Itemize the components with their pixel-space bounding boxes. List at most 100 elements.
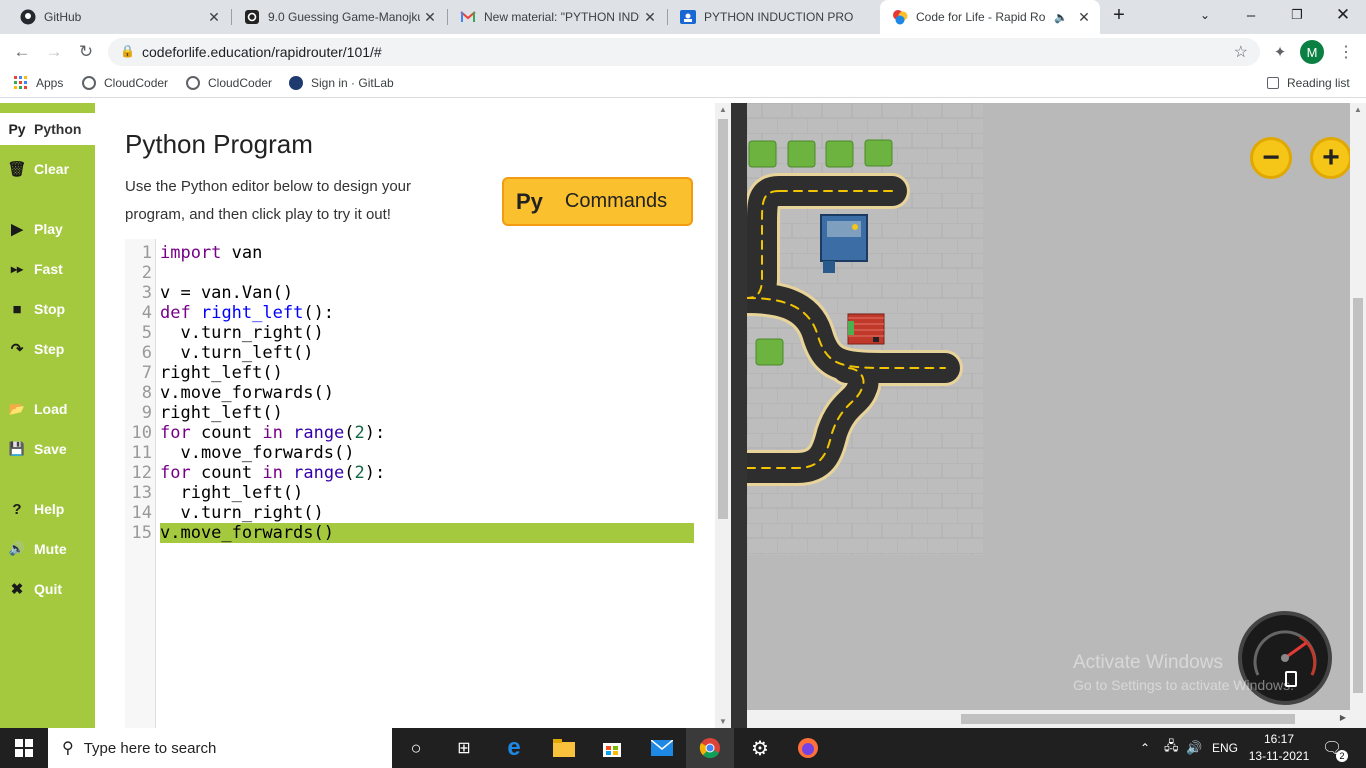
scroll-up-arrow-icon[interactable]: ▲ [719, 105, 727, 114]
bookmark-apps[interactable]: Apps [14, 76, 63, 90]
scrollbar-thumb[interactable] [961, 714, 1295, 724]
scroll-right-arrow-icon[interactable]: ▶ [1340, 713, 1346, 722]
sidebar-python-button[interactable]: Py Python [0, 113, 95, 145]
code-text[interactable]: right_left() [160, 403, 694, 423]
game-map[interactable]: − + [747, 103, 1350, 710]
tab-code-for-life[interactable]: Code for Life - Rapid Ro 🔈 ✕ [880, 0, 1100, 34]
bookmark-gitlab[interactable]: Sign in · GitLab [289, 76, 394, 90]
code-line[interactable]: 15 v.move_forwards() [125, 523, 694, 543]
tab-search-chevron-icon[interactable]: ⌄ [1182, 0, 1228, 30]
code-text[interactable]: for count in range(2): [160, 423, 694, 443]
scroll-down-arrow-icon[interactable]: ▼ [719, 717, 727, 726]
sidebar-help-button[interactable]: ? Help [0, 493, 95, 525]
menu-kebab-icon[interactable]: ⋮ [1334, 40, 1358, 64]
scrollbar-thumb[interactable] [718, 119, 728, 519]
sidebar-clear-button[interactable]: 🗑 Clear [0, 153, 95, 185]
file-explorer-icon[interactable] [540, 728, 588, 768]
profile-avatar[interactable]: M [1300, 40, 1324, 64]
sidebar-play-button[interactable]: ▶ Play [0, 213, 95, 245]
commands-button[interactable]: Py Commands [502, 177, 693, 226]
code-line[interactable]: 10 for count in range(2): [125, 423, 694, 443]
sidebar-quit-button[interactable]: ✖ Quit [0, 573, 95, 605]
forward-arrow-icon[interactable]: → [42, 40, 66, 64]
notification-icon[interactable]: 🗨 [1322, 728, 1342, 768]
back-arrow-icon[interactable]: ← [10, 40, 34, 64]
reading-list-button[interactable]: Reading list [1267, 76, 1350, 90]
code-line[interactable]: 14 v.turn_right() [125, 503, 694, 523]
edge-icon[interactable]: e [490, 728, 538, 768]
pane-divider[interactable] [731, 103, 747, 728]
firefox-icon[interactable] [784, 728, 832, 768]
chrome-icon[interactable] [686, 728, 734, 768]
scroll-up-arrow-icon[interactable]: ▲ [1354, 105, 1362, 114]
clock-time[interactable]: 16:17 [1250, 732, 1308, 746]
close-tab-icon[interactable]: ✕ [640, 9, 660, 26]
volume-icon[interactable]: 🔊 [1186, 728, 1202, 768]
tab-classroom[interactable]: PYTHON INDUCTION PROGR [668, 0, 880, 34]
code-line[interactable]: 1 import van [125, 243, 694, 263]
taskbar-search[interactable]: ⚲ Type here to search [48, 728, 392, 768]
clock-date[interactable]: 13-11-2021 [1248, 749, 1310, 763]
code-text[interactable]: v.move_forwards() [160, 523, 694, 543]
sidebar-step-button[interactable]: ↷ Step [0, 333, 95, 365]
code-text[interactable]: v.move_forwards() [160, 383, 694, 403]
windows-start-icon[interactable] [0, 728, 48, 768]
code-line[interactable]: 9 right_left() [125, 403, 694, 423]
code-line[interactable]: 12 for count in range(2): [125, 463, 694, 483]
code-text[interactable]: v.turn_right() [160, 323, 694, 343]
code-text[interactable]: v = van.Van() [160, 283, 694, 303]
address-bar[interactable]: 🔒 codeforlife.education/rapidrouter/101/… [108, 38, 1260, 66]
code-text[interactable]: right_left() [160, 363, 694, 383]
code-text[interactable]: import van [160, 243, 694, 263]
sidebar-fast-button[interactable]: ▸▸ Fast [0, 253, 95, 285]
language-indicator[interactable]: ENG [1212, 728, 1238, 768]
reload-icon[interactable]: ↻ [74, 40, 98, 64]
sidebar-load-button[interactable]: 📂 Load [0, 393, 95, 425]
maximize-button[interactable]: ❐ [1274, 0, 1320, 30]
cortana-circle-icon[interactable]: ○ [392, 728, 440, 768]
url-text[interactable]: codeforlife.education/rapidrouter/101/# [142, 44, 382, 60]
code-line[interactable]: 8 v.move_forwards() [125, 383, 694, 403]
code-editor[interactable]: 1 import van 2 3 v = van.Van() 4 def right_le… [125, 239, 695, 728]
close-tab-icon[interactable]: ✕ [204, 9, 224, 26]
new-tab-button[interactable]: + [1096, 0, 1142, 30]
zoom-out-button[interactable]: − [1250, 137, 1292, 179]
code-line[interactable]: 6 v.turn_left() [125, 343, 694, 363]
code-text[interactable]: for count in range(2): [160, 463, 694, 483]
code-line[interactable]: 4 def right_left(): [125, 303, 694, 323]
code-text[interactable]: v.turn_left() [160, 343, 694, 363]
close-tab-icon[interactable]: ✕ [1074, 9, 1094, 26]
code-line[interactable]: 5 v.turn_right() [125, 323, 694, 343]
scrollbar-thumb[interactable] [1353, 298, 1363, 693]
sidebar-stop-button[interactable]: ■ Stop [0, 293, 95, 325]
task-view-icon[interactable]: ⊞ [440, 728, 488, 768]
code-text[interactable]: def right_left(): [160, 303, 694, 323]
code-text[interactable]: right_left() [160, 483, 694, 503]
game-horizontal-scrollbar[interactable]: ▶ [747, 710, 1366, 728]
minimize-button[interactable]: – [1228, 0, 1274, 30]
audio-playing-icon[interactable]: 🔈 [1054, 11, 1068, 24]
game-vertical-scrollbar[interactable]: ▲ [1350, 103, 1366, 710]
tab-gmail[interactable]: New material: "PYTHON INDU ✕ [448, 0, 666, 34]
code-line[interactable]: 7 right_left() [125, 363, 694, 383]
mail-icon[interactable] [638, 728, 686, 768]
code-line[interactable]: 3 v = van.Van() [125, 283, 694, 303]
code-line[interactable]: 11 v.move_forwards() [125, 443, 694, 463]
zoom-in-button[interactable]: + [1310, 137, 1350, 179]
extensions-puzzle-icon[interactable]: ✦ [1268, 40, 1292, 64]
bookmark-cloudcoder-1[interactable]: CloudCoder [82, 76, 168, 90]
tab-github[interactable]: GitHub ✕ [8, 0, 230, 34]
network-icon[interactable]: 🖧 [1164, 728, 1179, 768]
close-tab-icon[interactable]: ✕ [420, 9, 440, 26]
bookmark-cloudcoder-2[interactable]: CloudCoder [186, 76, 272, 90]
code-text[interactable]: v.turn_right() [160, 503, 694, 523]
code-line[interactable]: 2 [125, 263, 694, 283]
code-text[interactable]: v.move_forwards() [160, 443, 694, 463]
tab-guessing-game[interactable]: 9.0 Guessing Game-Manojku ✕ [232, 0, 446, 34]
code-line[interactable]: 13 right_left() [125, 483, 694, 503]
editor-scrollbar[interactable]: ▲ ▼ [715, 103, 731, 728]
settings-gear-icon[interactable]: ⚙ [736, 728, 784, 768]
bookmark-star-icon[interactable]: ☆ [1234, 42, 1248, 62]
tray-chevron-icon[interactable]: ⌃ [1140, 728, 1150, 768]
code-text[interactable] [160, 263, 694, 283]
